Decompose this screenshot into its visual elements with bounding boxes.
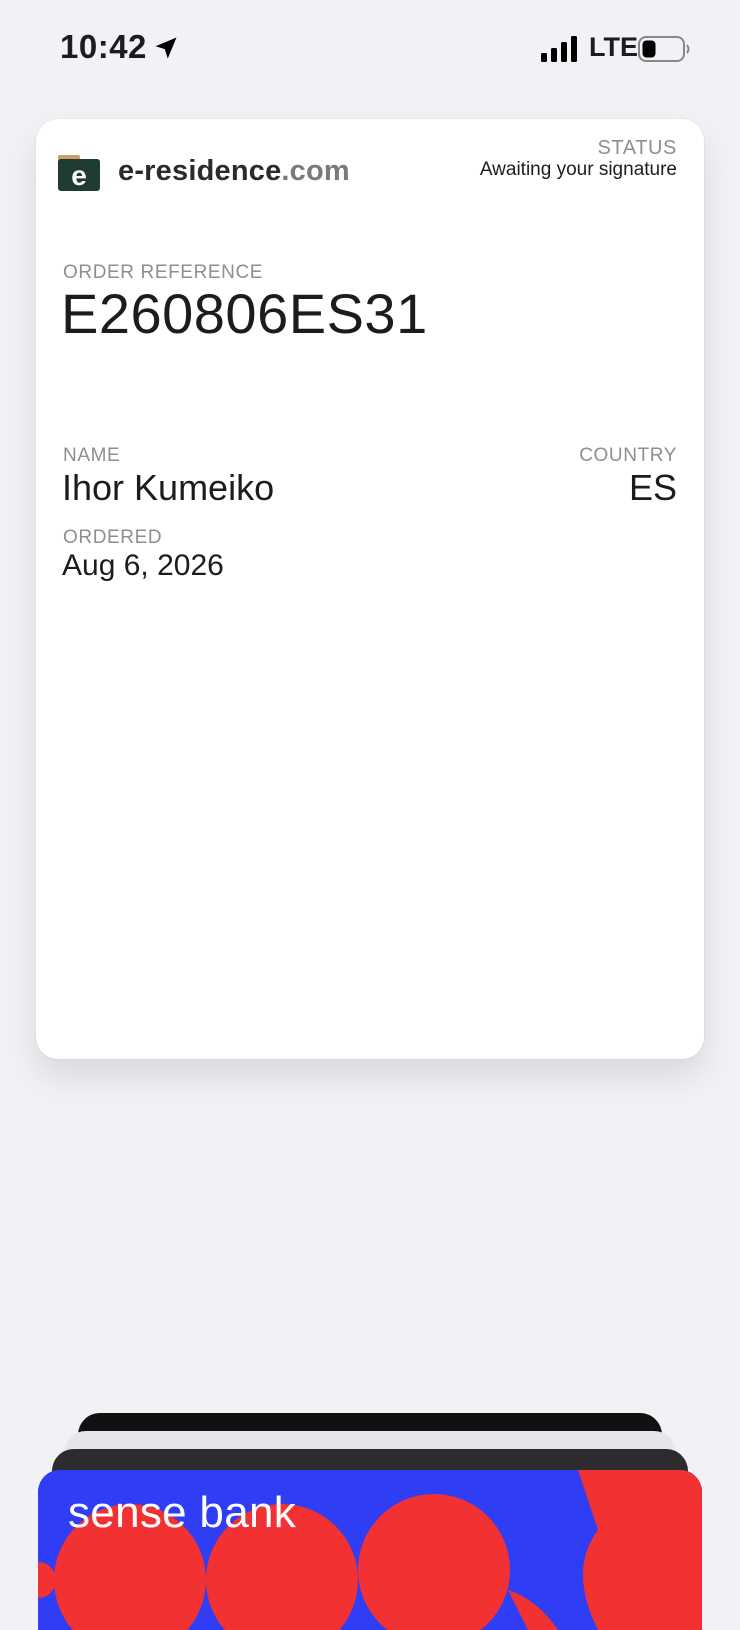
ordered-label: ORDERED: [63, 527, 163, 548]
bank-card-name: sense bank: [68, 1488, 297, 1537]
name-label: NAME: [63, 445, 121, 466]
network-type: LTE: [589, 32, 638, 62]
status-value: Awaiting your signature: [479, 159, 677, 180]
name-value: Ihor Kumeiko: [62, 467, 275, 508]
logo-letter: e: [71, 160, 87, 191]
ordered-value: Aug 6, 2026: [62, 549, 224, 582]
brand-tld: .com: [281, 155, 350, 187]
e-residence-logo-icon: e: [58, 155, 100, 191]
sense-bank-card[interactable]: sense bank: [38, 1470, 702, 1630]
wallet-pass[interactable]: e e-residence.com STATUS Awaiting your s…: [36, 119, 704, 1059]
pass-brand-name: e-residence.com: [118, 155, 350, 188]
country-value: ES: [628, 467, 677, 508]
status-bar: 10:42 LTE: [0, 0, 740, 100]
order-reference-value: E260806ES31: [61, 282, 428, 345]
battery-icon: [638, 36, 690, 62]
cellular-signal-icon: [541, 36, 577, 62]
country-label: COUNTRY: [579, 445, 677, 466]
location-arrow-icon: [155, 37, 177, 59]
status-time: 10:42: [60, 28, 147, 65]
brand-name: e-residence: [118, 155, 282, 187]
status-label: STATUS: [597, 137, 677, 159]
